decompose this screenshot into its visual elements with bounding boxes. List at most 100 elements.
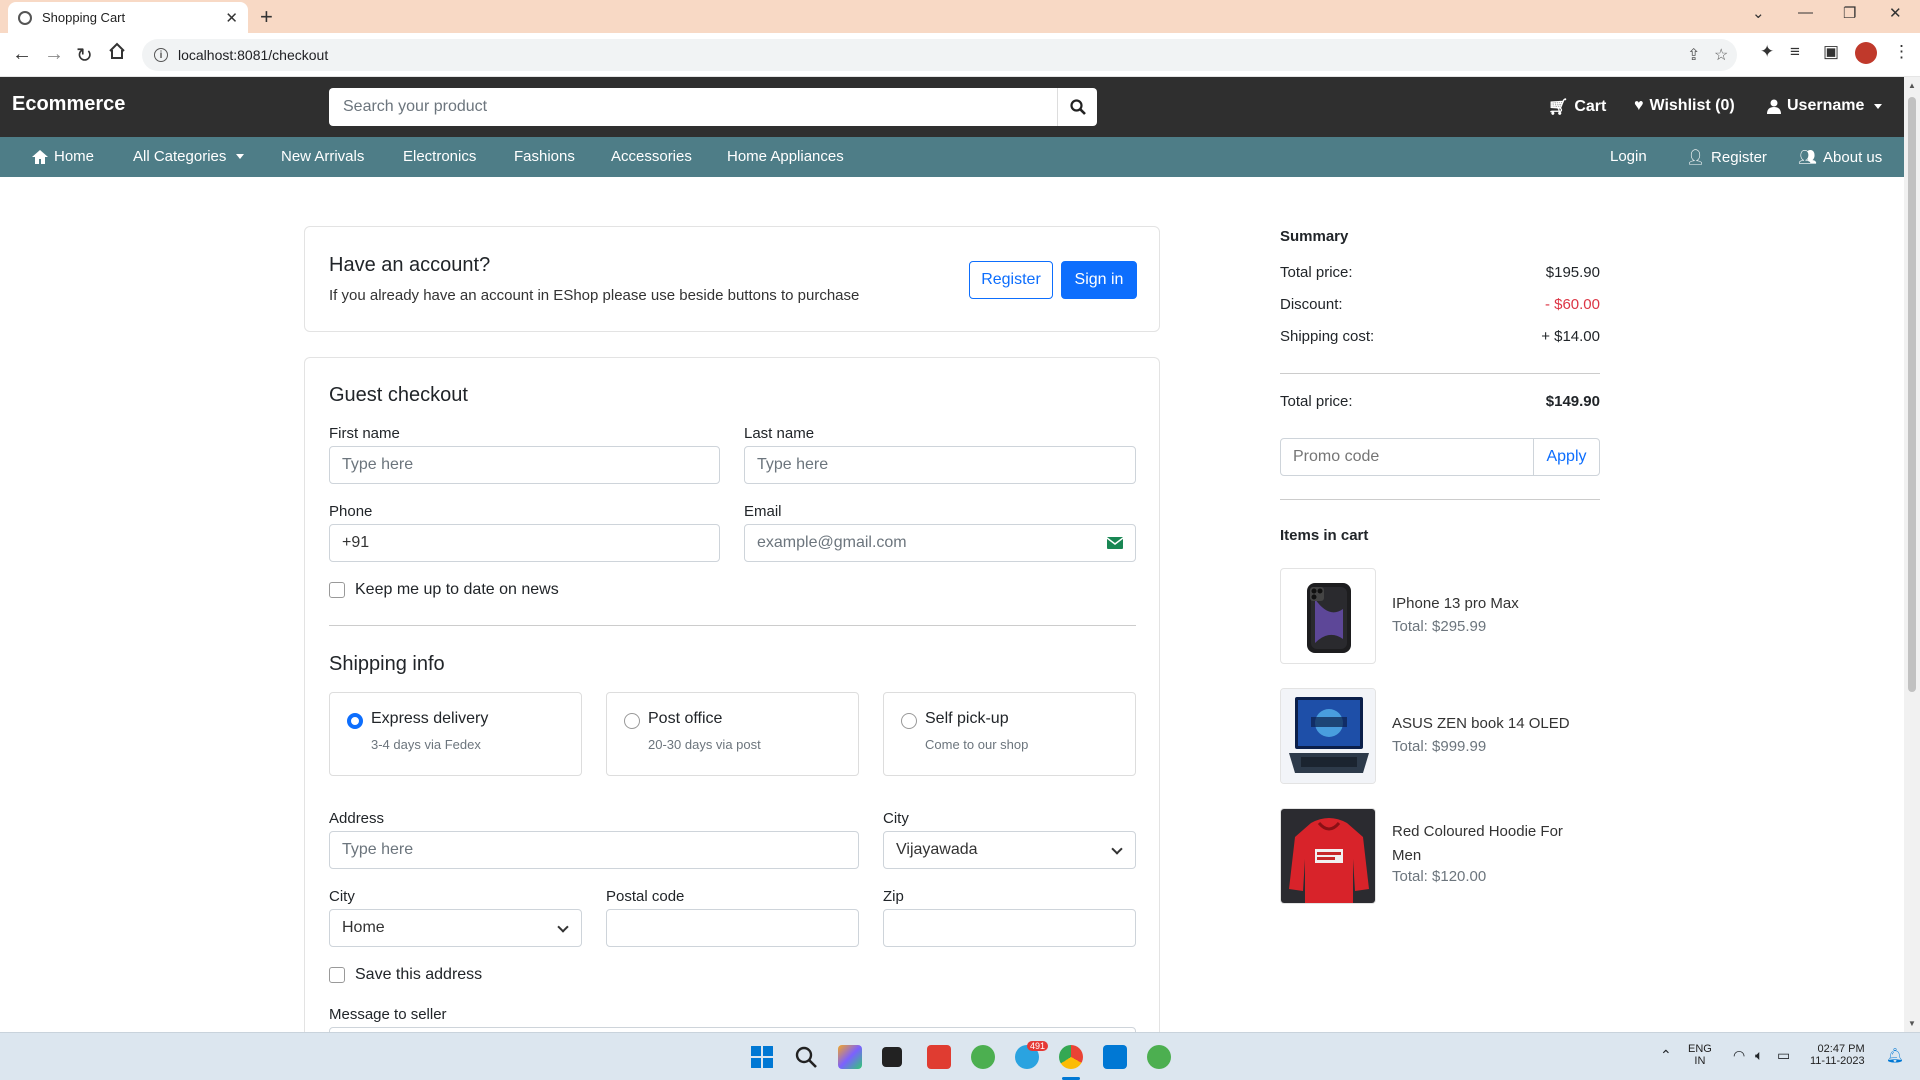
item-name[interactable]: IPhone 13 pro Max [1392,592,1592,616]
search-input[interactable] [329,88,1057,126]
browser-tab[interactable]: Shopping Cart ✕ [8,2,248,33]
menu-icon[interactable]: ⋮ [1893,42,1910,62]
shipping-option-title: Self pick-up [925,710,1009,727]
shipping-option-pickup[interactable]: Self pick-up Come to our shop [883,692,1136,776]
account-title: Have an account? [329,254,491,276]
news-checkbox[interactable] [329,582,345,598]
search-bar [329,88,1097,126]
close-tab-icon[interactable]: ✕ [225,9,238,27]
shipping-option-post[interactable]: Post office 20-30 days via post [606,692,859,776]
first-name-input[interactable] [342,456,707,474]
summary-shipping-label: Shipping cost: [1280,328,1375,345]
scroll-down-icon[interactable]: ▼ [1908,1019,1916,1028]
scrollbar-thumb[interactable] [1908,97,1916,692]
forward-icon[interactable]: → [44,43,64,66]
new-tab-icon[interactable]: + [260,4,273,30]
nav-home-appliances[interactable]: Home Appliances [727,148,844,165]
city-select[interactable]: Vijayawada [883,831,1136,869]
windows-start-icon[interactable] [750,1045,774,1069]
cart-link[interactable]: 🛒︎ Cart [1548,97,1606,117]
nav-home-appliances-label: Home Appliances [727,148,844,165]
nav-home[interactable]: Home [32,148,94,165]
vscode-icon[interactable] [1103,1045,1127,1069]
share-icon[interactable]: ⇪ [1687,45,1700,65]
shipping-option-sub: 3-4 days via Fedex [371,737,481,752]
register-button[interactable]: Register [969,261,1053,299]
shipping-option-express[interactable]: Express delivery 3-4 days via Fedex [329,692,582,776]
news-label: Keep me up to date on news [355,581,559,598]
last-name-input[interactable] [757,456,1123,474]
extensions-icon[interactable]: ✦ [1760,42,1774,62]
address-bar[interactable]: i localhost:8081/checkout ⇪ ☆ [142,39,1737,71]
sidepanel-icon[interactable]: ▣ [1823,42,1839,62]
wifi-icon[interactable]: ◠ [1733,1047,1745,1064]
post-radio[interactable] [624,713,640,729]
profile-avatar[interactable] [1855,42,1877,64]
item-thumbnail-iphone[interactable] [1280,568,1376,664]
close-window-icon[interactable]: ✕ [1889,4,1902,22]
scroll-up-icon[interactable]: ▲ [1908,81,1916,90]
summary-discount-row: Discount: - $60.00 [1280,296,1600,313]
bookmark-star-icon[interactable]: ☆ [1714,45,1728,65]
email-input[interactable] [757,534,1107,552]
spring-tool-icon-2[interactable] [1147,1045,1171,1069]
item-name[interactable]: Red Coloured Hoodie For Men [1392,820,1592,868]
zip-input[interactable] [896,919,1123,937]
tab-search-icon[interactable]: ⌄ [1752,4,1765,22]
home-icon[interactable] [108,42,126,66]
wishlist-link[interactable]: ♥ Wishlist (0) [1634,97,1735,115]
nav-login[interactable]: Login [1610,148,1647,165]
guest-checkout-title: Guest checkout [329,384,468,406]
language-indicator[interactable]: ENG IN [1688,1043,1712,1067]
promo-code-input[interactable] [1281,439,1533,475]
save-address-row[interactable]: Save this address [329,966,482,984]
reload-icon[interactable]: ↻ [76,43,93,68]
express-radio[interactable] [347,713,363,729]
sign-in-button[interactable]: Sign in [1061,261,1137,299]
minimize-icon[interactable]: — [1798,4,1813,21]
nav-new-arrivals[interactable]: New Arrivals [281,148,364,165]
search-button[interactable] [1057,88,1097,126]
info-icon[interactable]: i [154,48,168,62]
shipping-option-sub: Come to our shop [925,737,1029,752]
media-icon[interactable]: ≡ [1790,42,1800,62]
nav-all-categories[interactable]: All Categories [133,148,245,165]
city2-select[interactable]: Home [329,909,582,947]
cart-label: Cart [1574,98,1607,115]
anydesk-icon[interactable] [927,1045,951,1069]
chrome-icon[interactable] [1059,1045,1083,1069]
checkout-card: Guest checkout First name Last name Phon… [304,357,1160,1067]
maximize-icon[interactable]: ❐ [1843,4,1856,22]
save-address-checkbox[interactable] [329,967,345,983]
user-menu[interactable]: Username [1767,97,1883,115]
notification-bell-icon[interactable]: 🔔︎ [1886,1047,1904,1064]
item-name[interactable]: ASUS ZEN book 14 OLED [1392,712,1592,736]
nav-register[interactable]: 👤︎ Register [1686,148,1767,167]
pickup-radio[interactable] [901,713,917,729]
back-icon[interactable]: ← [12,43,32,66]
search-icon[interactable] [794,1045,818,1069]
clock[interactable]: 02:47 PM 11-11-2023 [1810,1043,1865,1067]
task-view-icon[interactable] [882,1047,902,1067]
volume-icon[interactable]: 🔈︎ [1755,1047,1763,1064]
nav-electronics[interactable]: Electronics [403,148,476,165]
nav-about-us[interactable]: 👥︎ About us [1798,148,1883,167]
brand-logo[interactable]: Ecommerce [12,93,125,116]
phone-input[interactable] [342,534,707,552]
address-input[interactable] [342,841,846,859]
nav-accessories[interactable]: Accessories [611,148,692,165]
item-thumbnail-laptop[interactable] [1280,688,1376,784]
chevron-up-icon[interactable]: ⌃ [1660,1047,1672,1064]
nav-accessories-label: Accessories [611,148,692,165]
shipping-option-sub: 20-30 days via post [648,737,761,752]
nav-about-label: About us [1823,148,1883,166]
postal-code-input[interactable] [619,919,846,937]
news-checkbox-row[interactable]: Keep me up to date on news [329,581,559,599]
apply-button[interactable]: Apply [1533,439,1599,475]
nav-fashions[interactable]: Fashions [514,148,575,165]
spring-tool-icon[interactable] [971,1045,995,1069]
battery-icon[interactable]: ▭ [1777,1047,1790,1064]
item-thumbnail-hoodie[interactable] [1280,808,1376,904]
page-scrollbar[interactable]: ▲ ▼ [1904,77,1920,1032]
copilot-icon[interactable] [838,1045,862,1069]
